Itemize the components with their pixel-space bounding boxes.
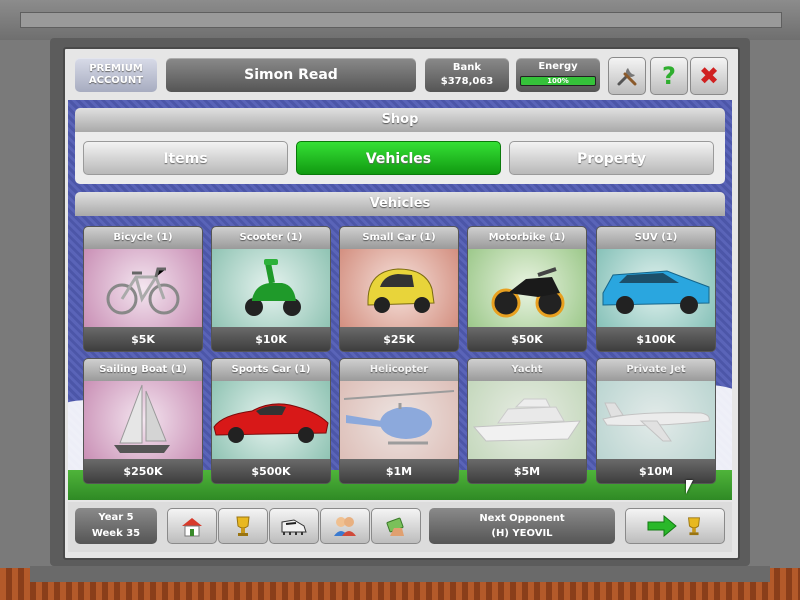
mouse-cursor xyxy=(686,480,693,494)
close-icon: ✖ xyxy=(698,62,720,90)
vehicle-price: $100K xyxy=(597,327,715,351)
small-car-icon xyxy=(367,268,435,313)
home-icon xyxy=(182,518,202,537)
tab-items[interactable]: Items xyxy=(83,141,288,175)
vehicle-card-small-car[interactable]: Small Car (1) $25K xyxy=(339,226,459,352)
stadium-rail-bottom xyxy=(30,566,770,582)
vehicle-card-bicycle[interactable]: Bicycle (1) $5K xyxy=(83,226,203,352)
next-opponent-label: Next Opponent xyxy=(479,513,565,524)
yacht-icon xyxy=(472,398,581,442)
vehicle-name: Scooter (1) xyxy=(212,227,330,249)
tab-property[interactable]: Property xyxy=(509,141,714,175)
bank-value: $378,063 xyxy=(440,76,494,87)
year-label: Year 5 xyxy=(98,512,134,523)
scooter-icon xyxy=(245,259,301,316)
vehicle-name: Yacht xyxy=(468,359,586,381)
bank-display: Bank $378,063 xyxy=(425,58,509,92)
vehicle-price: $10K xyxy=(212,327,330,351)
account-badge: PREMIUM ACCOUNT xyxy=(75,58,157,92)
motorbike-icon xyxy=(491,267,565,318)
vehicle-price: $250K xyxy=(84,459,202,483)
vehicle-name: Motorbike (1) xyxy=(468,227,586,249)
trophy-button[interactable] xyxy=(218,508,268,544)
vehicle-name: Helicopter xyxy=(340,359,458,381)
staff-icon xyxy=(334,517,356,536)
vehicle-card-private-jet[interactable]: Private Jet $10M xyxy=(596,358,716,484)
suv-icon xyxy=(602,270,710,314)
home-button[interactable] xyxy=(167,508,217,544)
helicopter-icon xyxy=(343,390,455,445)
next-opponent-team: (H) YEOVIL xyxy=(491,528,553,539)
energy-bar: 100% xyxy=(520,76,596,86)
vehicle-card-scooter[interactable]: Scooter (1) $10K xyxy=(211,226,331,352)
vehicle-price: $5K xyxy=(84,327,202,351)
sports-car-icon xyxy=(213,403,329,443)
vehicle-card-helicopter[interactable]: Helicopter $1M xyxy=(339,358,459,484)
energy-label: Energy xyxy=(538,61,578,72)
vehicle-name: Sailing Boat (1) xyxy=(84,359,202,381)
private-jet-icon xyxy=(602,402,710,442)
tab-vehicles[interactable]: Vehicles xyxy=(296,141,501,175)
arrow-right-icon xyxy=(647,515,677,537)
energy-display: Energy 100% xyxy=(516,58,600,92)
vehicle-price: $10M xyxy=(597,459,715,483)
tools-icon xyxy=(617,68,637,86)
vehicle-price: $500K xyxy=(212,459,330,483)
staff-button[interactable] xyxy=(320,508,370,544)
finance-button[interactable] xyxy=(371,508,421,544)
tools-button[interactable] xyxy=(608,57,646,95)
bank-label: Bank xyxy=(452,62,482,73)
energy-fill: 100% xyxy=(521,77,595,85)
vehicle-card-suv[interactable]: SUV (1) $100K xyxy=(596,226,716,352)
question-icon: ? xyxy=(662,62,676,90)
close-button[interactable]: ✖ xyxy=(690,57,728,95)
help-button[interactable]: ? xyxy=(650,57,688,95)
boot-icon xyxy=(281,519,307,535)
trophy-icon xyxy=(236,516,250,536)
vehicle-price: $50K xyxy=(468,327,586,351)
manager-name: Simon Read xyxy=(166,58,416,92)
vehicle-name: Bicycle (1) xyxy=(84,227,202,249)
vehicle-price: $25K xyxy=(340,327,458,351)
vehicle-price: $1M xyxy=(340,459,458,483)
shop-header: Shop xyxy=(75,108,725,132)
vehicles-header: Vehicles xyxy=(75,192,725,216)
season-date: Year 5 Week 35 xyxy=(75,508,157,544)
money-icon xyxy=(386,517,404,536)
vehicle-name: SUV (1) xyxy=(597,227,715,249)
boots-button[interactable] xyxy=(269,508,319,544)
bicycle-icon xyxy=(106,267,180,315)
vehicle-name: Private Jet xyxy=(597,359,715,381)
stadium-rail xyxy=(20,12,782,28)
vehicle-name: Small Car (1) xyxy=(340,227,458,249)
vehicle-name: Sports Car (1) xyxy=(212,359,330,381)
sailing-boat-icon xyxy=(114,384,170,453)
vehicle-card-motorbike[interactable]: Motorbike (1) $50K xyxy=(467,226,587,352)
week-label: Week 35 xyxy=(91,528,141,539)
vehicle-card-sports-car[interactable]: Sports Car (1) $500K xyxy=(211,358,331,484)
vehicle-card-yacht[interactable]: Yacht $5M xyxy=(467,358,587,484)
next-opponent: Next Opponent (H) YEOVIL xyxy=(429,508,615,544)
vehicle-card-sailing-boat[interactable]: Sailing Boat (1) $250K xyxy=(83,358,203,484)
vehicle-price: $5M xyxy=(468,459,586,483)
trophy-icon xyxy=(688,517,700,536)
continue-button[interactable] xyxy=(625,508,725,544)
